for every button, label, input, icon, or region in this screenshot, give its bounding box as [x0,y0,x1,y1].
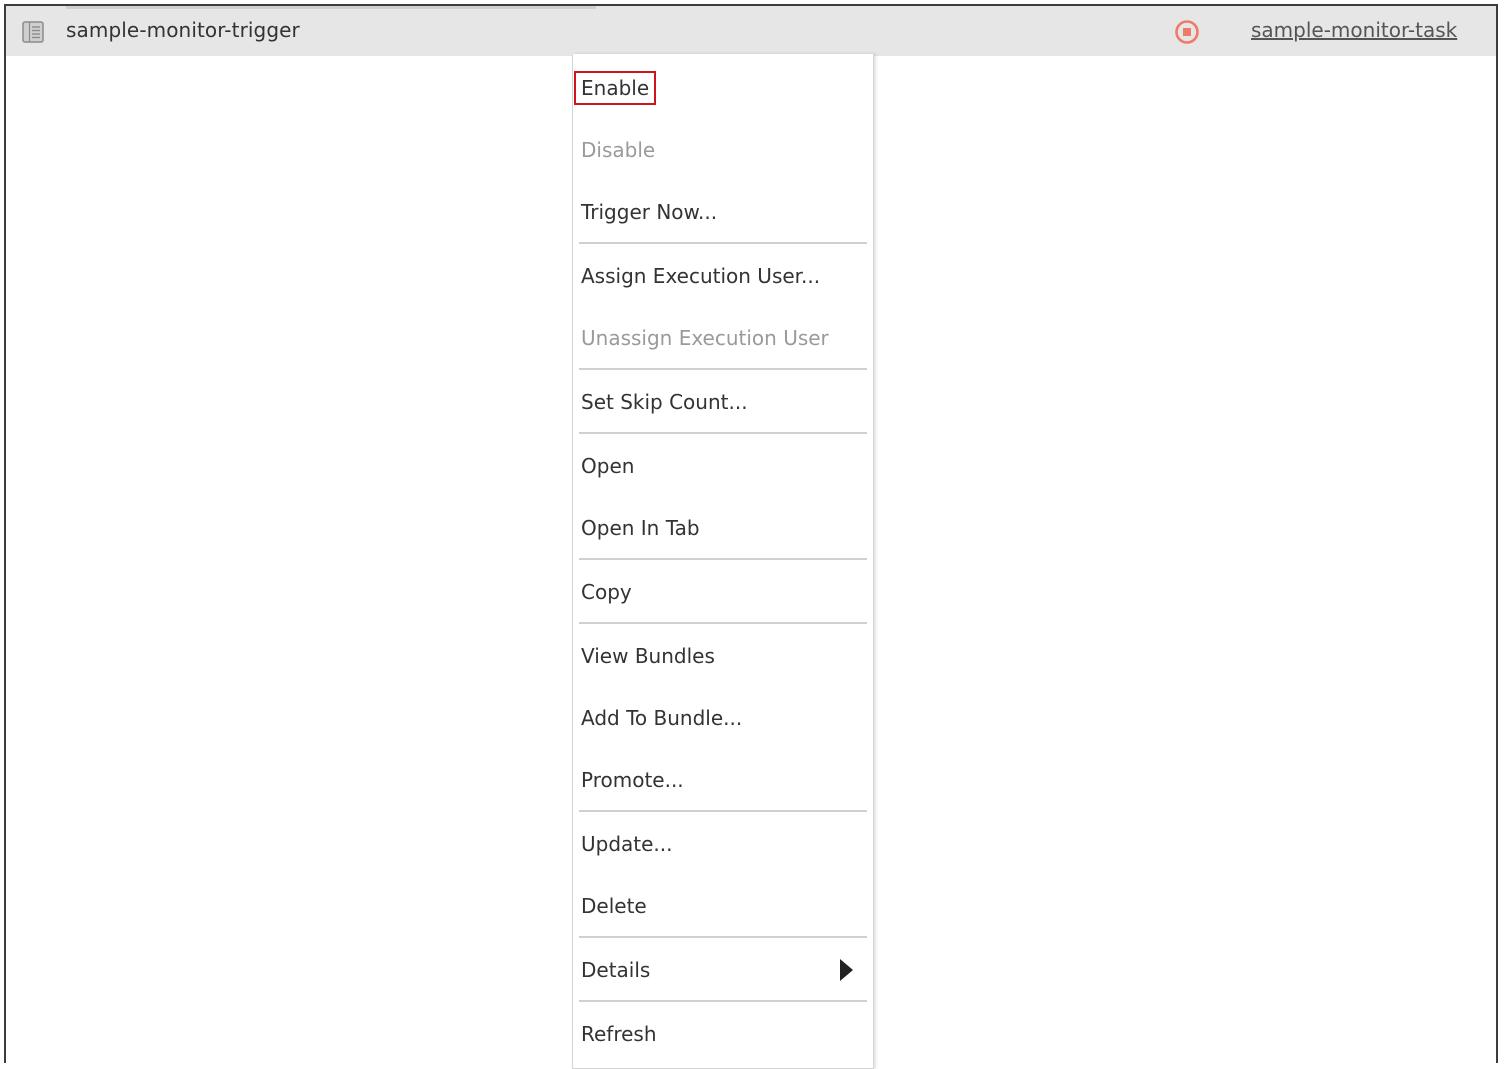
menu-item-label: Details [581,958,651,982]
document-list-icon [22,21,44,43]
menu-separator [579,936,867,938]
menu-separator [579,810,867,812]
menu-separator [579,1000,867,1002]
menu-item-label: Disable [581,138,656,162]
menu-item-label: Delete [581,894,647,918]
menu-item-label: Refresh [581,1022,657,1046]
menu-separator [579,558,867,560]
menu-item-add-to-bundle[interactable]: Add To Bundle... [573,696,873,740]
menu-item-disable[interactable]: Disable [573,128,873,172]
window-frame: sample-monitor-trigger sample-monitor-ta… [4,4,1498,1069]
menu-item-open[interactable]: Open [573,444,873,488]
menu-item-trigger-now[interactable]: Trigger Now... [573,190,873,234]
menu-item-copy[interactable]: Copy [573,570,873,614]
menu-item-label: Unassign Execution User [581,326,829,350]
menu-item-delete[interactable]: Delete [573,884,873,928]
menu-item-label: Open [581,454,635,478]
context-menu: Enable Disable Trigger Now... Assign Exe… [572,54,874,1069]
menu-item-label: View Bundles [581,644,715,668]
stopped-status-icon [1174,19,1200,45]
menu-item-unassign-execution-user[interactable]: Unassign Execution User [573,316,873,360]
submenu-arrow-icon [840,959,853,981]
menu-item-label: Promote... [581,768,684,792]
trigger-name[interactable]: sample-monitor-trigger [66,18,300,42]
menu-separator [579,622,867,624]
menu-item-label: Open In Tab [581,516,700,540]
menu-item-label: Copy [581,580,632,604]
row-top-strip [66,6,596,9]
menu-item-details[interactable]: Details [573,948,873,992]
menu-item-label: Set Skip Count... [581,390,748,414]
menu-item-update[interactable]: Update... [573,822,873,866]
menu-item-promote[interactable]: Promote... [573,758,873,802]
menu-item-label: Trigger Now... [581,200,718,224]
menu-item-enable[interactable]: Enable [573,66,873,110]
menu-item-set-skip-count[interactable]: Set Skip Count... [573,380,873,424]
menu-item-refresh[interactable]: Refresh [573,1012,873,1056]
menu-item-label: Enable [573,71,657,105]
menu-item-open-in-tab[interactable]: Open In Tab [573,506,873,550]
menu-item-label: Update... [581,832,673,856]
menu-separator [579,242,867,244]
task-link[interactable]: sample-monitor-task [1251,18,1457,42]
menu-item-label: Add To Bundle... [581,706,743,730]
menu-separator [579,368,867,370]
menu-item-assign-execution-user[interactable]: Assign Execution User... [573,254,873,298]
table-row[interactable]: sample-monitor-trigger sample-monitor-ta… [6,6,1496,56]
menu-item-view-bundles[interactable]: View Bundles [573,634,873,678]
menu-separator [579,432,867,434]
menu-item-label: Assign Execution User... [581,264,821,288]
